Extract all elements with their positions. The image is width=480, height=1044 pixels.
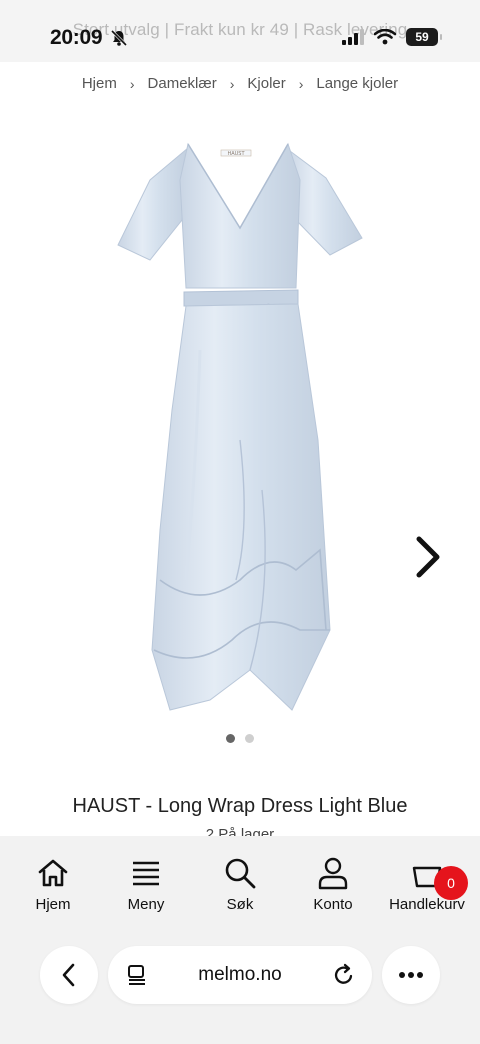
breadcrumb: Hjem › Dameklær › Kjoler › Lange kjoler [0, 75, 480, 92]
chevron-right-icon: › [129, 75, 135, 92]
nav-label-home: Hjem [35, 896, 71, 913]
address-bar[interactable]: melmo.no [108, 946, 372, 1004]
bell-off-icon [110, 29, 128, 47]
nav-item-cart[interactable]: Handlekurv 0 [382, 854, 472, 913]
browser-toolbar: melmo.no [0, 946, 480, 1006]
nav-item-menu[interactable]: Meny [101, 854, 191, 913]
nav-label-account: Konto [313, 896, 353, 913]
top-band: Stort utvalg | Frakt kun kr 49 | Rask le… [0, 0, 480, 62]
pagination-dot[interactable] [245, 734, 254, 743]
breadcrumb-item-dresses[interactable]: Kjoler [247, 75, 285, 92]
wifi-icon [374, 29, 396, 45]
breadcrumb-item-home[interactable]: Hjem [82, 75, 117, 92]
product-image-gallery[interactable]: HAUST [0, 110, 480, 730]
reload-icon[interactable] [332, 963, 356, 987]
more-options-button[interactable] [382, 946, 440, 1004]
pagination-dot-active[interactable] [226, 734, 235, 743]
nav-item-home[interactable]: Hjem [8, 854, 98, 913]
menu-icon [133, 861, 159, 886]
back-button[interactable] [40, 946, 98, 1004]
nav-item-search[interactable]: Søk [195, 854, 285, 913]
cellular-signal-icon [342, 29, 364, 45]
nav-item-account[interactable]: Konto [288, 854, 378, 913]
search-icon [225, 858, 256, 889]
product-brand-label: HAUST [227, 151, 245, 157]
nav-label-menu: Meny [127, 896, 165, 913]
nav-label-search: Søk [226, 896, 254, 913]
chevron-left-icon [62, 963, 75, 987]
breadcrumb-item-womens-clothing[interactable]: Dameklær [148, 75, 217, 92]
product-title: HAUST - Long Wrap Dress Light Blue [72, 795, 408, 817]
more-dots-icon [399, 972, 423, 978]
product-image: HAUST [117, 142, 363, 711]
account-icon [318, 857, 348, 890]
cart-count-badge: 0 [434, 866, 468, 900]
battery-indicator: 59 [406, 28, 442, 46]
bottom-navigation: Hjem Meny Søk Konto Handlekurv 0 [0, 836, 480, 1044]
breadcrumb-item-long-dresses[interactable]: Lange kjoler [316, 75, 398, 92]
home-icon [38, 859, 68, 887]
image-pagination [0, 734, 480, 743]
chevron-right-icon: › [229, 75, 235, 92]
next-image-arrow-icon[interactable] [410, 535, 446, 579]
status-time: 20:09 [50, 26, 103, 49]
chevron-right-icon: › [298, 75, 304, 92]
